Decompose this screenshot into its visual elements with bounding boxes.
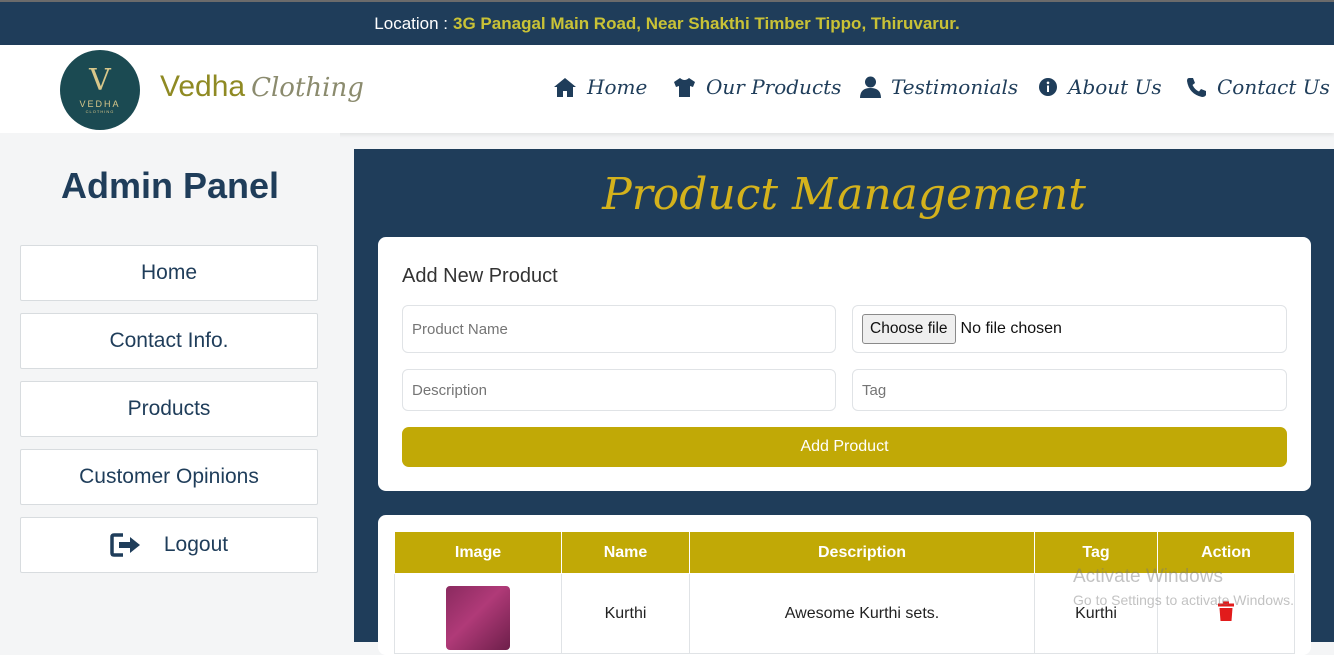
logout-button[interactable]: Logout: [20, 517, 318, 573]
nav-our-products-label: Our Products: [706, 75, 842, 99]
sidebar-item-home[interactable]: Home: [20, 245, 318, 301]
home-icon: [554, 77, 576, 97]
phone-icon: [1187, 77, 1206, 97]
site-header: V VEDHA CLOTHING Vedha Clothing Home Our …: [0, 45, 1334, 133]
admin-sidebar: Admin Panel Home Contact Info. Products …: [0, 133, 340, 642]
logo[interactable]: V VEDHA CLOTHING: [60, 50, 140, 130]
nav-home[interactable]: Home: [553, 75, 647, 99]
location-label: Location :: [374, 13, 449, 33]
col-header-name: Name: [561, 531, 690, 574]
nav-our-products[interactable]: Our Products: [673, 75, 841, 99]
nav-contact[interactable]: Contact Us: [1186, 75, 1330, 99]
nav-about-label: About Us: [1068, 75, 1162, 99]
brand-name[interactable]: Vedha Clothing: [160, 70, 364, 104]
sidebar-item-contact-info[interactable]: Contact Info.: [20, 313, 318, 369]
product-name-input[interactable]: [402, 305, 836, 353]
logout-icon: [110, 533, 140, 557]
sidebar-item-customer-opinions[interactable]: Customer Opinions: [20, 449, 318, 505]
col-header-image: Image: [394, 531, 562, 574]
location-bar: Location : 3G Panagal Main Road, Near Sh…: [0, 0, 1334, 45]
description-input[interactable]: [402, 369, 836, 411]
logo-sub: CLOTHING: [85, 109, 115, 114]
user-icon: [860, 76, 881, 98]
page-title: Product Management: [602, 169, 1086, 220]
add-product-card: Add New Product Choose file No file chos…: [378, 237, 1311, 491]
nav-about[interactable]: About Us: [1038, 75, 1162, 99]
info-icon: [1039, 78, 1057, 96]
nav-contact-label: Contact Us: [1217, 75, 1330, 99]
product-thumbnail: [446, 585, 510, 650]
logo-word: VEDHA: [79, 99, 121, 109]
tag-input[interactable]: [852, 369, 1287, 411]
admin-panel-title: Admin Panel: [60, 165, 280, 206]
choose-file-button[interactable]: Choose file: [862, 314, 956, 344]
activate-windows-watermark: Activate Windows Go to Settings to activ…: [1073, 566, 1294, 608]
brand-suffix: Clothing: [251, 73, 364, 103]
nav-testimonials-label: Testimonials: [891, 75, 1019, 99]
sidebar-item-products[interactable]: Products: [20, 381, 318, 437]
logo-monogram: V: [89, 63, 111, 98]
add-product-button[interactable]: Add Product: [402, 427, 1287, 467]
nav-testimonials[interactable]: Testimonials: [860, 75, 1018, 99]
product-image-file-input[interactable]: Choose file No file chosen: [852, 305, 1287, 353]
watermark-line-1: Activate Windows: [1073, 566, 1223, 587]
add-product-heading: Add New Product: [402, 265, 558, 287]
nav-home-label: Home: [587, 75, 648, 99]
brand-main: Vedha: [160, 70, 246, 103]
file-status: No file chosen: [960, 320, 1062, 337]
logout-label: Logout: [163, 533, 229, 556]
col-header-description: Description: [689, 531, 1035, 574]
location-address: 3G Panagal Main Road, Near Shakthi Timbe…: [453, 13, 960, 33]
shirt-icon: [674, 77, 695, 97]
watermark-line-2: Go to Settings to activate Windows.: [1073, 592, 1294, 608]
